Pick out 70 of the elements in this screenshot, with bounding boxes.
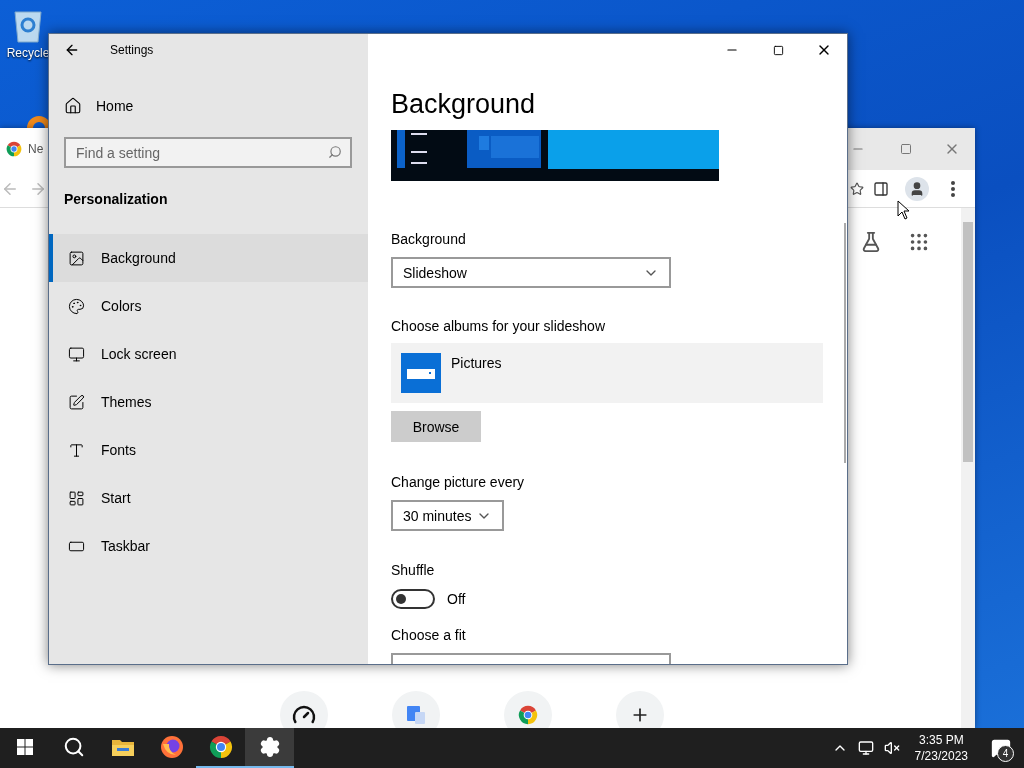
tiles-icon	[68, 489, 85, 507]
profile-button[interactable]	[905, 176, 929, 201]
window-title: Settings	[110, 43, 154, 57]
search-icon	[328, 145, 342, 159]
browse-button[interactable]: Browse	[391, 411, 481, 442]
notifications-button[interactable]: 4	[978, 728, 1024, 768]
type-icon	[68, 441, 85, 459]
monitor-icon	[857, 740, 874, 756]
shortcut-tile[interactable]	[616, 691, 664, 728]
scrollbar[interactable]	[961, 208, 975, 728]
clock[interactable]: 3:35 PM 7/23/2023	[904, 732, 978, 764]
image-icon	[68, 249, 85, 267]
nav-item[interactable]: Colors	[49, 282, 368, 330]
back-button[interactable]	[64, 42, 80, 58]
recycle-bin-icon[interactable]	[11, 8, 45, 44]
monitor-icon	[68, 345, 85, 363]
pen-icon	[68, 393, 85, 411]
muted-speaker-icon	[883, 740, 900, 756]
chrome-icon	[518, 705, 538, 725]
grid-icon	[908, 231, 930, 253]
flask-icon	[860, 231, 882, 253]
album-icon	[401, 353, 441, 393]
maximize-icon	[772, 44, 784, 56]
scrollbar[interactable]	[844, 223, 846, 463]
folder-icon	[110, 737, 135, 757]
field-label: Background	[391, 230, 466, 249]
nav-item[interactable]: Start	[49, 474, 368, 522]
field-label: Choose albums for your slideshow	[391, 317, 605, 336]
browser-tab[interactable]: Ne	[0, 128, 48, 170]
home-link[interactable]: Home	[49, 82, 368, 130]
shortcut-tile[interactable]	[504, 691, 552, 728]
field-label: Choose a fit	[391, 626, 466, 645]
album-name: Pictures	[451, 354, 502, 373]
tab-title: Ne	[28, 142, 44, 156]
nav-item[interactable]: Taskbar	[49, 522, 368, 570]
shortcut-tile[interactable]	[392, 691, 440, 728]
palette-icon	[68, 297, 85, 315]
field-label: Change picture every	[391, 473, 525, 492]
background-dropdown[interactable]: Slideshow	[391, 257, 671, 288]
section-heading: Personalization	[63, 190, 169, 209]
side-panel-icon	[873, 180, 889, 197]
cursor-icon	[897, 200, 911, 220]
icon-label: Recycle	[6, 46, 50, 60]
home-icon	[64, 97, 82, 115]
ring-icon	[27, 116, 51, 128]
chrome-icon	[6, 141, 22, 157]
translate-icon	[405, 704, 427, 726]
nav-item[interactable]: Background	[49, 234, 368, 282]
chrome-icon	[208, 735, 233, 759]
gear-icon	[258, 736, 281, 758]
nav-item[interactable]: Fonts	[49, 426, 368, 474]
windows-icon	[16, 739, 33, 755]
album-item[interactable]: Pictures	[391, 343, 823, 403]
nav-item[interactable]: Lock screen	[49, 330, 368, 378]
search-icon	[62, 736, 85, 758]
person-icon	[909, 180, 925, 197]
field-label: Shuffle	[391, 561, 435, 580]
nav-item[interactable]: Themes	[49, 378, 368, 426]
shortcut-tile[interactable]	[280, 691, 328, 728]
interval-dropdown[interactable]: 30 minutes	[391, 500, 504, 531]
menu-icon	[951, 180, 955, 197]
notification-count: 4	[997, 745, 1014, 762]
star-icon	[850, 181, 864, 196]
taskbar-button[interactable]	[245, 728, 294, 768]
page-title: Background	[391, 88, 536, 121]
shuffle-toggle[interactable]	[391, 589, 435, 609]
maximize-icon	[900, 143, 912, 155]
toggle-state: Off	[447, 591, 466, 607]
search-field[interactable]: Find a setting	[64, 137, 352, 168]
firefox-icon	[159, 735, 184, 759]
